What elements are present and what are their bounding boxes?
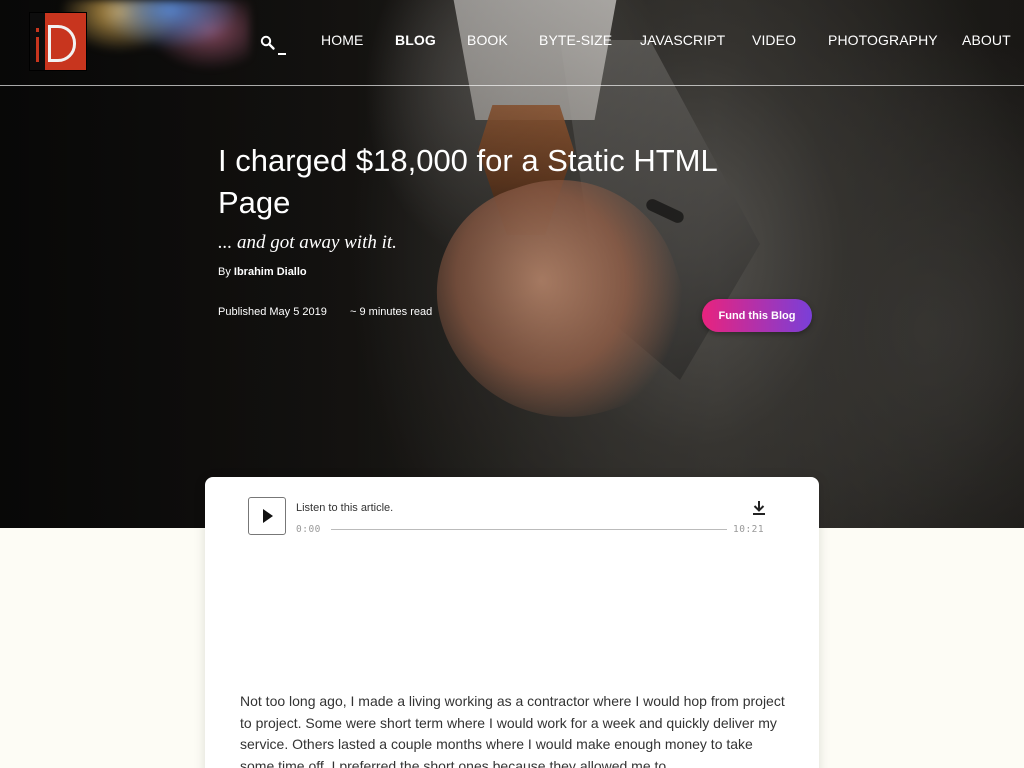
current-time: 0:00 [296,524,321,535]
main-nav: HOME BLOG BOOK BYTE-SIZE JAVASCRIPT VIDE… [0,32,1024,50]
nav-video[interactable]: VIDEO [752,32,796,48]
published-date: Published May 5 2019 [218,306,327,318]
listen-label: Listen to this article. [296,502,394,514]
post-subtitle: ... and got away with it. [218,232,397,253]
nav-byte-size[interactable]: BYTE-SIZE [539,32,612,48]
article-card: Listen to this article. 0:00 10:21 Not t… [205,477,819,768]
nav-photography[interactable]: PHOTOGRAPHY [828,32,938,48]
play-icon [263,509,273,523]
download-button[interactable] [751,500,769,518]
site-header: HOME BLOG BOOK BYTE-SIZE JAVASCRIPT VIDE… [0,0,1024,86]
nav-blog[interactable]: BLOG [395,32,436,48]
post-byline: By Ibrahim Diallo [218,266,307,278]
nav-javascript[interactable]: JAVASCRIPT [640,32,725,48]
author-name[interactable]: Ibrahim Diallo [234,266,307,278]
article-paragraph: Not too long ago, I made a living workin… [240,693,785,768]
post-title: I charged $18,000 for a Static HTML Page [218,143,717,220]
nav-book[interactable]: BOOK [467,32,508,48]
nav-about[interactable]: ABOUT [962,32,1011,48]
byline-prefix: By [218,266,231,278]
download-icon [753,501,765,515]
audio-progress-bar[interactable] [331,529,727,530]
search-cursor [278,53,286,55]
fund-blog-button[interactable]: Fund this Blog [702,299,812,332]
duration: 10:21 [733,524,765,535]
read-time: ~ 9 minutes read [350,306,433,318]
audio-player: Listen to this article. 0:00 10:21 [248,497,773,537]
play-button[interactable] [248,497,286,535]
nav-home[interactable]: HOME [321,32,363,48]
